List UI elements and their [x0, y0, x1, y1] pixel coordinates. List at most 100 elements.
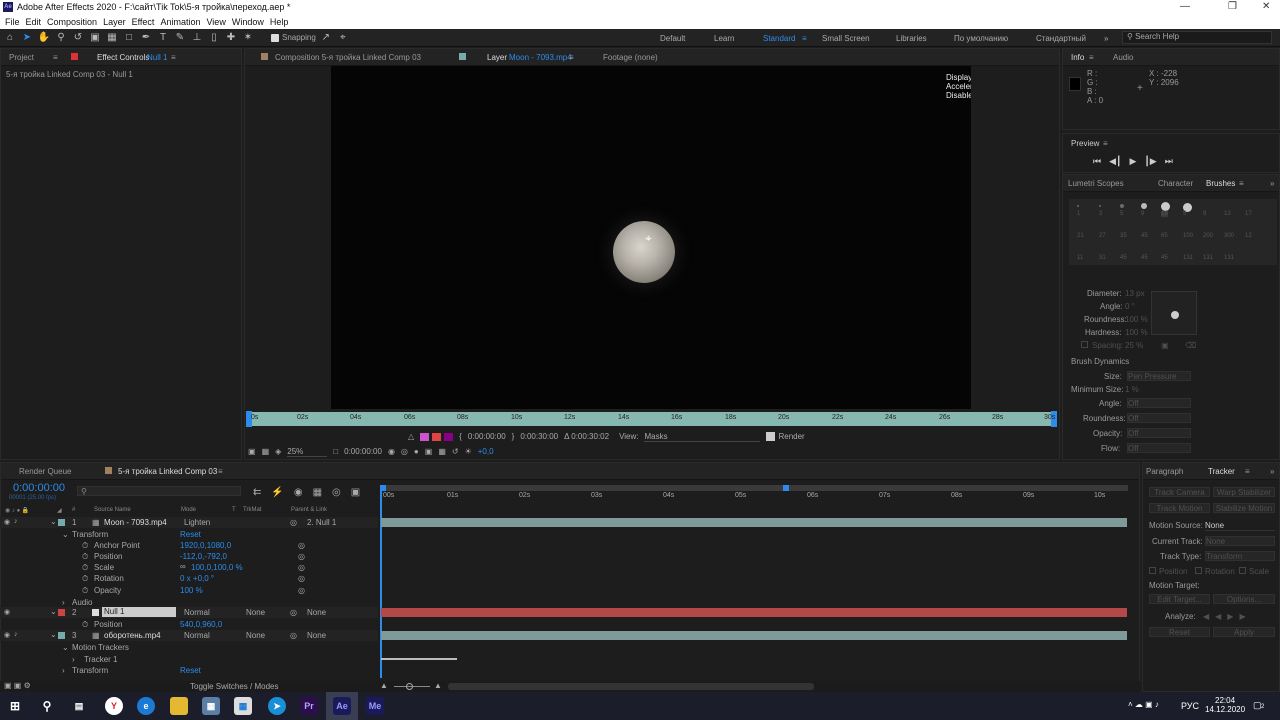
tracker-apply-button[interactable]: Apply	[1213, 627, 1275, 637]
selection-tool-icon[interactable]: ➤	[20, 31, 34, 45]
rotation-checkbox[interactable]	[1195, 567, 1202, 574]
tab-footage[interactable]: Footage (none)	[603, 53, 658, 62]
type-tool-icon[interactable]: T	[156, 31, 170, 45]
puppet-tool-icon[interactable]: ✶	[241, 31, 255, 45]
property-opacity[interactable]: ⏱ Opacity 100 % ◎	[0, 585, 378, 596]
layer-time-ruler[interactable]: 0s 02s 04s 06s 08s 10s 12s 14s 16s 18s 2…	[246, 411, 1057, 427]
snapshot-icon[interactable]: ◉	[388, 447, 395, 456]
layer-mode[interactable]: Normal	[184, 631, 210, 640]
layer-parent[interactable]: 2. Null 1	[307, 518, 336, 527]
minimize-icon[interactable]: —	[1180, 1, 1190, 12]
property-scale[interactable]: ⏱ Scale ∞ 100,0,100,0 % ◎	[0, 562, 378, 573]
grid-icon[interactable]: ▦	[262, 447, 270, 456]
tab-timeline-comp[interactable]: 5-я тройка Linked Comp 03	[118, 467, 217, 476]
pick-whip-icon[interactable]: ◎	[290, 608, 297, 617]
transparency-grid-icon[interactable]: ▦	[438, 447, 446, 456]
expand-arrow-icon[interactable]: ⌄	[62, 530, 69, 539]
tab-layer-menu-icon[interactable]: ≡	[569, 53, 574, 62]
task-view-icon[interactable]: ▤	[70, 697, 88, 715]
collapse-arrow-icon[interactable]: ›	[62, 598, 65, 607]
layer-trkmat[interactable]: None	[246, 608, 265, 617]
menu-help[interactable]: Help	[270, 17, 289, 27]
workspace-learn[interactable]: Learn	[714, 34, 734, 43]
store-icon[interactable]: ▦	[234, 697, 252, 715]
audio-icon[interactable]: ♪	[14, 631, 18, 638]
layer-mode[interactable]: Normal	[184, 608, 210, 617]
layer-row-oboroten[interactable]: ◉ ♪ ⌄ 3 ▦ оборотень.mp4 Normal None ◎ No…	[0, 630, 378, 641]
track-camera-button[interactable]: Track Camera	[1149, 487, 1210, 497]
spacing-value[interactable]: 25 %	[1125, 341, 1143, 350]
playhead[interactable]	[380, 488, 382, 678]
brush-tip[interactable]	[1077, 205, 1079, 207]
in-time[interactable]: 0:00:00:00	[468, 432, 506, 441]
min-size-value[interactable]: 1 %	[1125, 385, 1139, 394]
tracker-reset-button[interactable]: Reset	[1149, 627, 1210, 637]
checkbox-icon[interactable]	[271, 33, 279, 42]
collapse-arrow-icon[interactable]: ›	[62, 666, 65, 675]
property-null-position[interactable]: ⏱ Position 540,0,960,0	[0, 619, 378, 630]
frame-blending-icon[interactable]: ▦	[313, 487, 322, 498]
expression-icon[interactable]: ◎	[298, 586, 305, 595]
property-position[interactable]: ⏱ Position -112,0,-792,0 ◎	[0, 551, 378, 562]
render-checkbox[interactable]	[766, 432, 776, 441]
draft-3d-icon[interactable]: ⚡	[271, 487, 283, 498]
expression-icon[interactable]: ◎	[298, 541, 305, 550]
menu-view[interactable]: View	[206, 17, 225, 27]
hardness-value[interactable]: 100 %	[1125, 328, 1148, 337]
edge-icon[interactable]: e	[137, 697, 155, 715]
menu-composition[interactable]: Composition	[47, 17, 97, 27]
tab-project-menu-icon[interactable]: ≡	[53, 53, 58, 62]
layer-name[interactable]: Moon - 7093.mp4	[104, 518, 167, 527]
layer-parent[interactable]: None	[307, 608, 326, 617]
zoom-slider-handle[interactable]	[406, 683, 413, 690]
brush-tips-grid[interactable]: 1 3 5 9 19 5 9 13 17 21 27 35 45 65 100 …	[1069, 199, 1277, 265]
track-type-dropdown[interactable]: Transform	[1205, 551, 1275, 561]
transform-reset[interactable]: Reset	[180, 666, 201, 675]
motion-blur-icon[interactable]: ◎	[332, 487, 341, 498]
roto-brush-tool-icon[interactable]: ✚	[224, 31, 238, 45]
comp-mini-flowchart-icon[interactable]: ⇇	[253, 487, 261, 498]
workspace-standard[interactable]: Standard	[763, 34, 795, 43]
tab-tracker[interactable]: Tracker	[1208, 467, 1235, 476]
options-button[interactable]: Options...	[1213, 594, 1275, 604]
current-timecode[interactable]: 0:00:00:00	[13, 482, 65, 494]
edit-target-button[interactable]: Edit Target...	[1149, 594, 1210, 604]
property-value[interactable]: 1920,0,1080,0	[180, 541, 231, 550]
pan-behind-tool-icon[interactable]: ▦	[105, 31, 119, 45]
camera-tool-icon[interactable]: ▣	[88, 31, 102, 45]
expand-arrow-icon[interactable]: ⌄	[50, 607, 57, 616]
menu-effect[interactable]: Effect	[132, 17, 155, 27]
last-frame-icon[interactable]: ⏭	[1165, 156, 1173, 167]
layer-trkmat[interactable]: None	[246, 631, 265, 640]
track-motion-button[interactable]: Track Motion	[1149, 503, 1210, 513]
dyn-roundness-dropdown[interactable]: Off	[1127, 413, 1191, 423]
view-dropdown[interactable]: Masks	[644, 432, 761, 442]
brush-tip[interactable]	[1161, 202, 1170, 211]
brush-delete-icon[interactable]: ⌫	[1185, 341, 1196, 350]
tab-tracker-menu-icon[interactable]: ≡	[1245, 467, 1250, 476]
expand-arrow-icon[interactable]: ⌄	[62, 643, 69, 652]
layer-bar-null[interactable]	[381, 608, 1127, 617]
layer-mode[interactable]: Lighten	[184, 518, 210, 527]
property-transform[interactable]: ⌄ Transform Reset	[0, 529, 378, 540]
visibility-eye-icon[interactable]: ◉	[4, 518, 10, 526]
snap-feature-icon[interactable]: ⌖	[336, 31, 350, 45]
region-icon[interactable]: □	[333, 447, 338, 456]
mask-visibility-icon[interactable]: ◈	[275, 447, 281, 456]
link-icon[interactable]: ∞	[180, 562, 186, 571]
property-value[interactable]: -112,0,-792,0	[180, 552, 227, 561]
maximize-icon[interactable]: ❐	[1228, 1, 1237, 12]
property-rotation[interactable]: ⏱ Rotation 0 x +0,0 ° ◎	[0, 573, 378, 584]
timeline-ruler[interactable]: 00s 01s 02s 03s 04s 05s 06s 07s 08s 09s …	[380, 492, 1128, 504]
expression-icon[interactable]: ◎	[298, 574, 305, 583]
home-icon[interactable]: ⌂	[3, 31, 17, 45]
stopwatch-icon[interactable]: ⏱	[82, 586, 88, 596]
tab-brushes-menu-icon[interactable]: ≡	[1239, 179, 1244, 188]
zoom-tool-icon[interactable]: ⚲	[54, 31, 68, 45]
yandex-browser-icon[interactable]: Y	[105, 697, 123, 715]
panel-overflow-icon[interactable]: »	[1270, 467, 1274, 476]
current-track-dropdown[interactable]: None	[1205, 536, 1275, 546]
tab-audio[interactable]: Audio	[1113, 53, 1133, 62]
property-value[interactable]: 100 %	[180, 586, 203, 595]
tab-effect-menu-icon[interactable]: ≡	[171, 53, 176, 62]
